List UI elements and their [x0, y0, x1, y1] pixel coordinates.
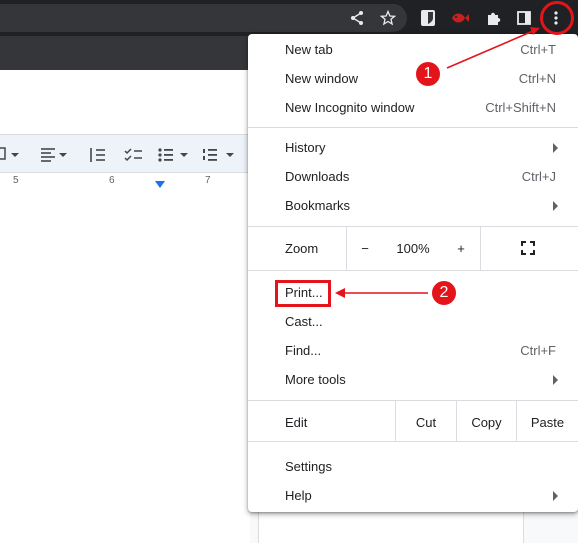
print-highlight: [275, 280, 331, 307]
menu-item-shortcut: Ctrl+J: [521, 169, 556, 184]
menu-item-label: Find...: [285, 343, 322, 358]
menu-item-more-tools[interactable]: More tools: [248, 365, 578, 394]
bulleted-list-icon: [158, 148, 173, 162]
menu-item-label: Settings: [285, 459, 332, 474]
menu-item-find[interactable]: Find... Ctrl+F: [248, 336, 578, 365]
submenu-arrow-icon: [553, 143, 558, 153]
menu-item-shortcut: Ctrl+T: [520, 42, 556, 57]
menu-button-highlight: [540, 1, 574, 35]
menu-item-label: New Incognito window: [285, 100, 415, 115]
menu-item-label: Cast...: [285, 314, 323, 329]
share-icon[interactable]: [345, 6, 369, 30]
align-icon: [41, 148, 55, 162]
menu-item-new-window[interactable]: New window Ctrl+N: [248, 64, 578, 93]
edit-label: Edit: [285, 415, 308, 430]
fish-extension-icon[interactable]: [448, 6, 472, 30]
step-1-badge: 1: [414, 60, 442, 88]
zoom-in-button[interactable]: +: [444, 241, 478, 256]
menu-item-label: Bookmarks: [285, 198, 351, 213]
chrome-main-menu: New tab Ctrl+T New window Ctrl+N New Inc…: [248, 34, 578, 512]
submenu-arrow-icon: [553, 375, 558, 385]
menu-item-label: Help: [285, 488, 312, 503]
submenu-arrow-icon: [553, 201, 558, 211]
menu-item-downloads[interactable]: Downloads Ctrl+J: [248, 162, 578, 191]
menu-item-new-incognito-window[interactable]: New Incognito window Ctrl+Shift+N: [248, 93, 578, 122]
menu-item-shortcut: Ctrl+N: [518, 71, 556, 86]
menu-item-label: More tools: [285, 372, 346, 387]
menu-separator: [248, 270, 578, 271]
step-2-badge: 2: [430, 279, 458, 307]
menu-separator: [248, 127, 578, 128]
star-icon[interactable]: [376, 6, 400, 30]
copy-button[interactable]: Copy: [457, 415, 516, 430]
menu-item-help[interactable]: Help: [248, 481, 578, 510]
menu-divider: [480, 227, 481, 270]
browser-toolbar: [0, 0, 578, 36]
menu-item-label: Downloads: [285, 169, 350, 184]
menu-item-label: History: [285, 140, 326, 155]
line-spacing-icon: [90, 148, 105, 162]
partial-icon: [0, 147, 6, 160]
menu-item-new-tab[interactable]: New tab Ctrl+T: [248, 35, 578, 64]
side-panel-icon[interactable]: [512, 6, 536, 30]
menu-row-zoom: Zoom − 100% +: [248, 227, 578, 270]
zoom-out-button[interactable]: −: [348, 241, 382, 256]
menu-item-shortcut: Ctrl+F: [520, 343, 556, 358]
paste-button[interactable]: Paste: [517, 415, 578, 430]
menu-item-cast[interactable]: Cast...: [248, 307, 578, 336]
menu-item-bookmarks[interactable]: Bookmarks: [248, 191, 578, 220]
zoom-label: Zoom: [285, 241, 319, 256]
fullscreen-icon[interactable]: [521, 241, 535, 258]
ruler-tick-label: 6: [109, 175, 115, 186]
submenu-arrow-icon: [553, 491, 558, 501]
menu-item-history[interactable]: History: [248, 133, 578, 162]
menu-row-edit: Edit Cut Copy Paste: [248, 401, 578, 441]
menu-item-settings[interactable]: Settings: [248, 452, 578, 481]
ruler-tick-label: 7: [205, 175, 211, 186]
cut-button[interactable]: Cut: [396, 415, 456, 430]
menu-divider: [346, 227, 347, 270]
chevron-down-icon: [11, 153, 19, 157]
indent-marker-icon[interactable]: [155, 181, 165, 188]
menu-item-label: New window: [285, 71, 358, 86]
zoom-level: 100%: [396, 241, 430, 256]
ruler-tick-label: 5: [13, 175, 19, 186]
menu-item-shortcut: Ctrl+Shift+N: [485, 100, 556, 115]
bitwarden-icon[interactable]: [416, 6, 440, 30]
menu-item-label: New tab: [285, 42, 333, 57]
menu-separator: [248, 441, 578, 442]
puzzle-extension-icon[interactable]: [481, 6, 505, 30]
checklist-icon: [124, 148, 142, 162]
numbered-list-icon: [203, 149, 217, 161]
